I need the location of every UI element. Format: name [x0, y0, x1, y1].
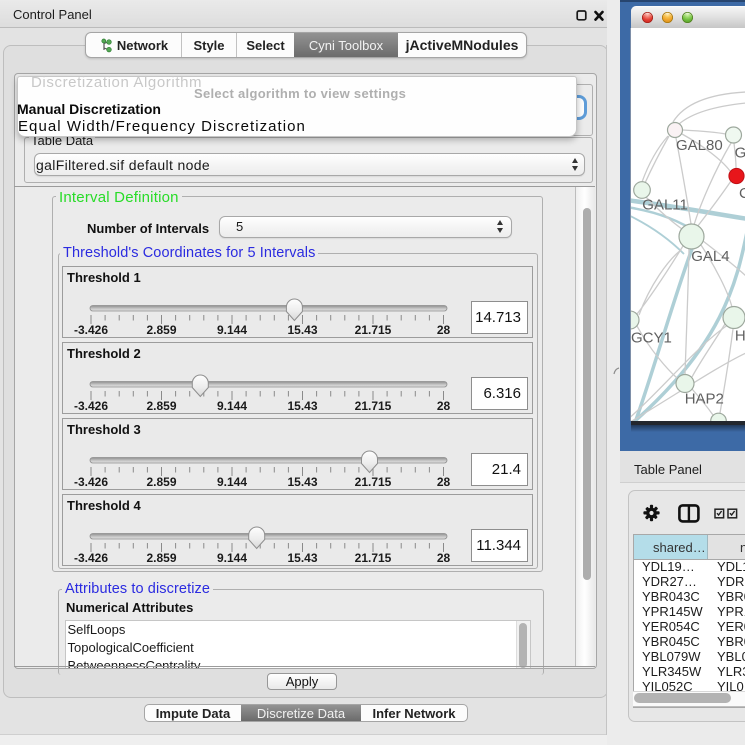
svg-text:28: 28 [437, 323, 451, 336]
svg-text:2.859: 2.859 [146, 551, 176, 564]
svg-text:HI: HI [735, 328, 745, 345]
svg-text:2.859: 2.859 [146, 475, 176, 488]
svg-text:9.144: 9.144 [217, 551, 247, 564]
svg-text:-3.426: -3.426 [74, 399, 108, 412]
svg-text:-3.426: -3.426 [74, 475, 108, 488]
svg-text:28: 28 [437, 399, 451, 412]
svg-text:C: C [739, 185, 745, 202]
svg-text:GAL4: GAL4 [691, 248, 729, 265]
svg-text:2.859: 2.859 [146, 399, 176, 412]
svg-text:HAP2: HAP2 [685, 391, 724, 408]
svg-text:28: 28 [437, 475, 451, 488]
svg-text:2.859: 2.859 [146, 323, 176, 336]
svg-text:GAL: GAL [735, 145, 745, 162]
svg-text:21.715: 21.715 [355, 475, 392, 488]
svg-text:28: 28 [437, 551, 451, 564]
svg-text:21.715: 21.715 [355, 399, 392, 412]
svg-text:GCY1: GCY1 [631, 330, 672, 347]
svg-text:GAL11: GAL11 [642, 197, 688, 214]
svg-text:-3.426: -3.426 [74, 551, 108, 564]
svg-text:9.144: 9.144 [217, 323, 247, 336]
svg-text:15.43: 15.43 [287, 551, 317, 564]
svg-text:15.43: 15.43 [287, 475, 317, 488]
svg-text:15.43: 15.43 [287, 399, 317, 412]
svg-text:9.144: 9.144 [217, 475, 247, 488]
svg-text:-3.426: -3.426 [74, 323, 108, 336]
svg-text:GAL80: GAL80 [676, 137, 723, 154]
svg-text:21.715: 21.715 [355, 551, 392, 564]
svg-text:21.715: 21.715 [355, 323, 392, 336]
svg-text:9.144: 9.144 [217, 399, 247, 412]
svg-text:15.43: 15.43 [287, 323, 317, 336]
